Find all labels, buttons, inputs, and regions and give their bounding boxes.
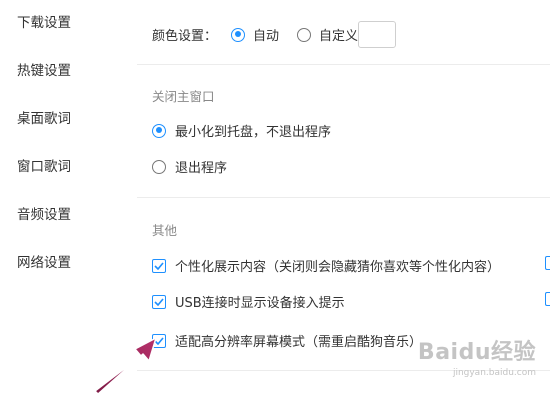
sidebar-item-download[interactable]: 下载设置 xyxy=(17,11,71,31)
color-auto-label[interactable]: 自动 xyxy=(253,25,279,44)
other-option-personalized-row[interactable]: 个性化展示内容（关闭则会隐藏猜你喜欢等个性化内容） xyxy=(152,256,500,275)
settings-sidebar: 下载设置 热键设置 桌面歌词 窗口歌词 音频设置 网络设置 xyxy=(0,0,120,400)
other-option-hidpi-row[interactable]: 适配高分辨率屏幕模式（需重启酷狗音乐） xyxy=(152,331,422,350)
cut-off-control[interactable] xyxy=(545,256,550,270)
hidpi-mode-label[interactable]: 适配高分辨率屏幕模式（需重启酷狗音乐） xyxy=(175,331,422,350)
sidebar-item-network[interactable]: 网络设置 xyxy=(17,251,71,271)
color-setting-label: 颜色设置： xyxy=(152,29,218,44)
minimize-to-tray-radio[interactable] xyxy=(152,123,166,138)
sidebar-item-audio[interactable]: 音频设置 xyxy=(17,203,71,223)
exit-program-label[interactable]: 退出程序 xyxy=(175,157,227,176)
section-divider xyxy=(137,197,550,198)
section-divider xyxy=(137,64,550,65)
other-section-title: 其他 xyxy=(152,223,178,238)
usb-prompt-checkbox[interactable] xyxy=(152,294,166,309)
color-auto-radio[interactable] xyxy=(231,27,246,42)
color-custom-label[interactable]: 自定义 xyxy=(319,25,358,44)
checkmark-icon xyxy=(154,336,164,345)
baidu-watermark: Baidu经验 jingyan.baidu.com xyxy=(418,334,536,378)
color-setting-row: 颜色设置： 自动 自定义 xyxy=(152,21,397,48)
watermark-logo: Baidu经验 xyxy=(417,340,536,365)
sidebar-item-window-lyrics[interactable]: 窗口歌词 xyxy=(17,155,71,175)
custom-color-swatch[interactable] xyxy=(358,21,397,48)
watermark-url: jingyan.baidu.com xyxy=(452,368,536,378)
cut-off-control[interactable] xyxy=(545,292,550,306)
usb-prompt-label[interactable]: USB连接时显示设备接入提示 xyxy=(175,292,345,311)
personalized-content-label[interactable]: 个性化展示内容（关闭则会隐藏猜你喜欢等个性化内容） xyxy=(175,256,500,275)
close-option-exit-row[interactable]: 退出程序 xyxy=(152,157,227,176)
color-custom-radio[interactable] xyxy=(297,27,312,42)
minimize-to-tray-label[interactable]: 最小化到托盘，不退出程序 xyxy=(175,121,331,140)
close-option-minimize-row[interactable]: 最小化到托盘，不退出程序 xyxy=(152,121,331,140)
personalized-content-checkbox[interactable] xyxy=(152,258,166,273)
exit-program-radio[interactable] xyxy=(152,159,166,174)
checkmark-icon xyxy=(154,261,164,270)
close-window-section-title: 关闭主窗口 xyxy=(152,89,215,104)
checkmark-icon xyxy=(154,297,164,306)
hidpi-mode-checkbox[interactable] xyxy=(152,333,166,348)
other-option-usb-row[interactable]: USB连接时显示设备接入提示 xyxy=(152,292,345,311)
sidebar-item-desktop-lyrics[interactable]: 桌面歌词 xyxy=(17,107,71,127)
sidebar-item-hotkey[interactable]: 热键设置 xyxy=(17,59,71,79)
